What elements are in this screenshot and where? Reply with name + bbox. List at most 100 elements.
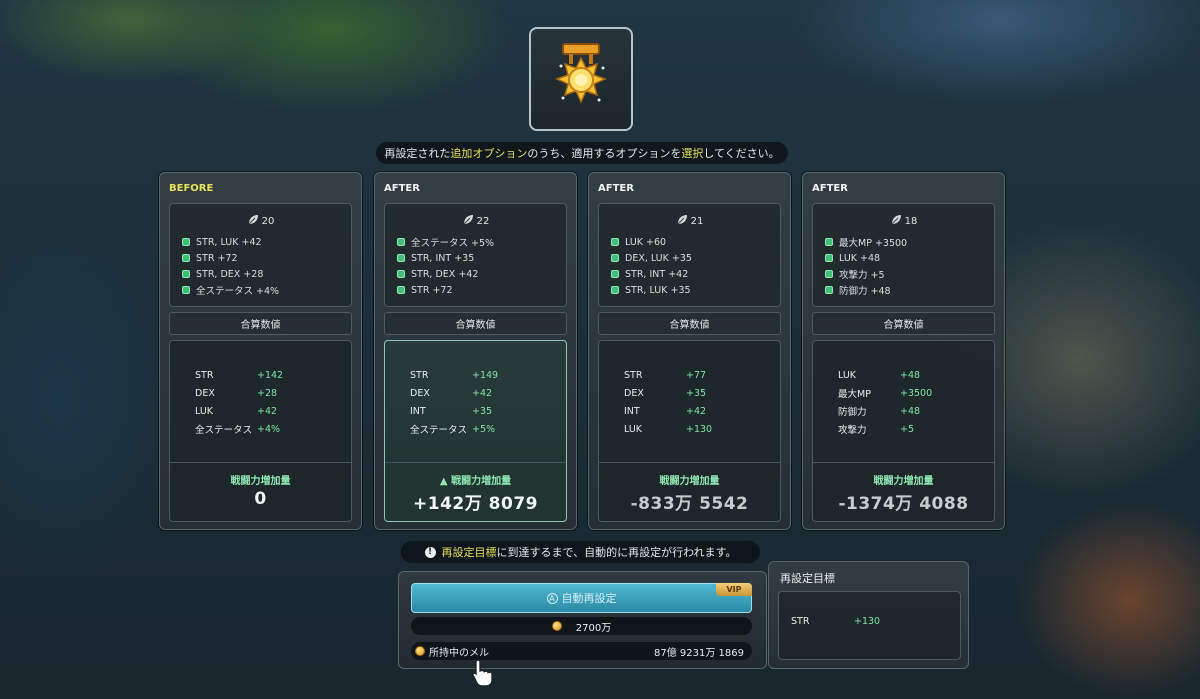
option-line: 最大MP +3500 (839, 238, 908, 249)
divider (170, 462, 351, 463)
stat-summary: LUK +48 最大MP +3500 防御力 +48 攻撃力 +5 戦闘力増加量 -13… (812, 340, 995, 522)
auto-reset-button[interactable]: A 自動再設定 VIP (411, 583, 752, 613)
card-title: AFTER (598, 183, 634, 194)
grade-icon (825, 270, 833, 278)
stat-value: +4% (257, 423, 281, 435)
stat-value: +28 (257, 387, 278, 399)
meso-label: 所持中のメル (429, 647, 489, 659)
grade-icon (825, 254, 833, 262)
required-level: 20 (261, 216, 275, 227)
stat-name: DEX (410, 387, 430, 399)
stat-value: +3500 (900, 387, 933, 399)
summary-header: 合算数値 (812, 312, 995, 335)
combat-power-label: 戦闘力増加量 (659, 476, 720, 487)
required-level: 21 (690, 216, 704, 227)
target-stat-name: STR (791, 616, 810, 627)
notice-text: に到達するまで、自動的に再設定が行われます。 (496, 546, 737, 559)
stat-name: INT (624, 405, 640, 417)
grade-icon (182, 238, 190, 246)
stat-name: DEX (195, 387, 215, 399)
reset-cost: 2700万 (411, 617, 752, 635)
instruction-text-2: のうち、適用するオプションを (527, 147, 682, 160)
stat-value: +5% (472, 423, 496, 435)
stat-name: 防御力 (838, 407, 867, 418)
stat-value: +130 (686, 423, 713, 435)
grade-icon (182, 270, 190, 278)
stat-value: +5 (900, 423, 915, 435)
level-leaf-icon (677, 215, 687, 225)
level-leaf-icon (891, 215, 901, 225)
potential-options: 22 全ステータス +5% STR, INT +35 STR, DEX +42 … (384, 203, 567, 307)
grade-icon (611, 238, 619, 246)
option-line: DEX, LUK +35 (625, 252, 692, 264)
card-title: AFTER (812, 183, 848, 194)
option-line: LUK +48 (839, 252, 881, 264)
stat-summary: STR +77 DEX +35 INT +42 LUK +130 戦闘力増加量 -833… (598, 340, 781, 522)
stat-summary-selected: STR +149 DEX +42 INT +35 全ステータス +5% ▲ 戦闘力増加量… (384, 340, 567, 522)
potential-options: 18 最大MP +3500 LUK +48 攻撃力 +5 防御力 +48 (812, 203, 995, 307)
instruction-text-1: 再設定された (384, 147, 451, 160)
potential-options: 20 STR, LUK +42 STR +72 STR, DEX +28 全ステ… (169, 203, 352, 307)
stat-value: +48 (900, 369, 921, 381)
grade-icon (611, 270, 619, 278)
option-line: 全ステータス +5% (411, 238, 495, 249)
combat-power-label: ▲ 戦闘力増加量 (439, 476, 512, 487)
grade-icon (397, 238, 405, 246)
stat-name: LUK (838, 369, 857, 381)
stat-name: 全ステータス (195, 425, 253, 436)
required-level: 22 (476, 216, 490, 227)
owned-meso: 所持中のメル 87億 9231万 1869 (411, 642, 752, 660)
target-box[interactable]: STR +130 (778, 591, 961, 660)
option-card-before[interactable]: BEFORE 20 STR, LUK +42 STR +72 STR, DEX … (159, 172, 362, 530)
grade-icon (397, 270, 405, 278)
stat-name: STR (410, 369, 429, 381)
option-line: LUK +60 (625, 236, 667, 248)
stat-value: +142 (257, 369, 284, 381)
emblem-item-icon (555, 43, 607, 104)
auto-reset-notice: ! 再設定目標 に到達するまで、自動的に再設定が行われます。 (401, 541, 760, 563)
grade-icon (397, 286, 405, 294)
option-card-after-2[interactable]: AFTER 21 LUK +60 DEX, LUK +35 STR, INT +… (588, 172, 791, 530)
auto-reset-label: 自動再設定 (561, 592, 617, 605)
option-line: 防御力 +48 (839, 286, 891, 297)
option-line: STR, DEX +42 (411, 268, 479, 280)
notice-highlight: 再設定目標 (441, 546, 497, 559)
summary-header: 合算数値 (598, 312, 781, 335)
stat-value: +35 (472, 405, 493, 417)
option-line: 攻撃力 +5 (839, 270, 885, 281)
stat-name: LUK (195, 405, 214, 417)
level-leaf-icon (463, 215, 473, 225)
option-line: STR, INT +35 (411, 252, 475, 264)
stat-name: STR (624, 369, 643, 381)
grade-icon (397, 254, 405, 262)
divider (813, 462, 994, 463)
option-line: STR, DEX +28 (196, 268, 264, 280)
stat-name: 最大MP (838, 389, 871, 400)
option-line: STR, LUK +42 (196, 236, 262, 248)
instruction-text-3: してください。 (703, 147, 780, 160)
option-card-after-3[interactable]: AFTER 18 最大MP +3500 LUK +48 攻撃力 +5 防御力 +… (802, 172, 1005, 530)
meso-coin-icon (415, 646, 425, 656)
summary-header: 合算数値 (169, 312, 352, 335)
stat-value: +48 (900, 405, 921, 417)
summary-header: 合算数値 (384, 312, 567, 335)
option-card-after-1[interactable]: AFTER 22 全ステータス +5% STR, INT +35 STR, DE… (374, 172, 577, 530)
reset-target-panel[interactable]: 再設定目標 STR +130 (768, 561, 969, 669)
option-line: STR +72 (411, 284, 453, 296)
card-title: BEFORE (169, 183, 214, 194)
stat-value: +42 (257, 405, 278, 417)
cost-value: 2700万 (575, 622, 612, 634)
level-leaf-icon (248, 215, 258, 225)
combat-power-value: -1374万 4088 (838, 494, 969, 514)
stat-name: DEX (624, 387, 644, 399)
divider (599, 462, 780, 463)
grade-icon (611, 254, 619, 262)
meso-amount: 87億 9231万 1869 (654, 647, 744, 659)
stat-name: 攻撃力 (838, 425, 867, 436)
target-stat-value: +130 (854, 616, 881, 627)
required-level: 18 (904, 216, 918, 227)
potential-options: 21 LUK +60 DEX, LUK +35 STR, INT +42 STR… (598, 203, 781, 307)
grade-icon (825, 286, 833, 294)
combat-power-value: 0 (254, 489, 267, 509)
auto-reset-panel: A 自動再設定 VIP 2700万 所持中のメル 87億 9231万 1869 (398, 571, 767, 669)
